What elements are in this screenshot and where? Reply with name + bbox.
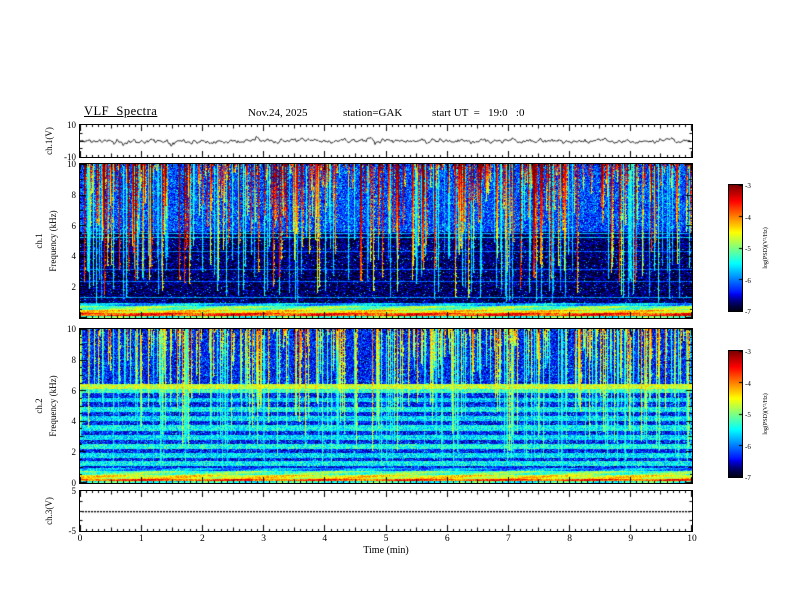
- y-tick-label: 10: [67, 120, 76, 130]
- y-tick-label: 4: [71, 416, 77, 427]
- header-station: station=GAK: [343, 107, 403, 119]
- x-tick-label: 6: [444, 534, 450, 544]
- colorbar-tick-label: -6: [745, 276, 751, 285]
- x-tick-label: 3: [261, 534, 266, 544]
- x-axis-title: Time (min): [363, 545, 409, 556]
- y-tick-label: 10: [67, 159, 76, 169]
- x-tick-label: 5: [383, 534, 389, 544]
- y-tick-label: 6: [71, 220, 77, 231]
- y-tick-label: 10: [67, 324, 76, 334]
- vlf-spectra-figure: VLF Spectra Nov.24, 2025 station=GAK sta…: [0, 0, 792, 612]
- colorbar-tick-label: -3: [745, 348, 751, 356]
- x-tick-label: 10: [687, 534, 697, 544]
- header-date: Nov.24, 2025: [248, 107, 308, 119]
- x-tick-label: 2: [200, 534, 205, 544]
- y-tick-label: 8: [71, 189, 77, 200]
- ch1-spectrogram-canvas: [79, 163, 693, 319]
- y-tick-label: 5: [71, 486, 77, 496]
- colorbar-tick-label: -7: [745, 474, 751, 482]
- colorbar-ch2-label: log(PSD)(V²/Hz): [763, 393, 769, 435]
- x-tick-label: 8: [567, 534, 572, 544]
- ch2-spectrogram-canvas: [79, 328, 693, 484]
- figure-title: VLF Spectra: [84, 104, 158, 118]
- x-tick-label: 7: [506, 534, 511, 544]
- colorbar-tick-label: -6: [745, 442, 751, 451]
- ch1-spec-channel-label: ch.1: [34, 233, 44, 249]
- ch1-wave-ylabel: ch.1(V): [44, 127, 54, 155]
- y-tick-label: 2: [71, 447, 77, 458]
- colorbar-ch1-label: log(PSD)(V²/Hz): [763, 227, 769, 269]
- x-tick-label: 9: [628, 534, 634, 544]
- colorbar-tick-label: -5: [745, 245, 751, 253]
- colorbar-tick-label: -4: [745, 213, 751, 222]
- colorbar-ch2-canvas: [728, 350, 743, 478]
- x-tick-label: 1: [138, 534, 144, 544]
- x-tick-label: 4: [322, 534, 328, 544]
- ch1-waveform-canvas: [79, 124, 693, 158]
- y-tick-label: 6: [71, 385, 77, 396]
- header-start-ut: start UT = 19:0 :0: [432, 107, 525, 119]
- colorbar-ch1-canvas: [728, 184, 743, 312]
- colorbar-tick-label: -7: [745, 308, 751, 316]
- y-tick-label: -5: [68, 526, 77, 536]
- colorbar-tick-label: -5: [745, 411, 751, 419]
- colorbar-tick-label: -4: [745, 379, 751, 388]
- ch2-spec-channel-label: ch.2: [34, 398, 44, 414]
- colorbar-tick-label: -3: [745, 182, 751, 190]
- ch3-wave-ylabel: ch.3(V): [44, 497, 54, 525]
- y-tick-label: 4: [71, 251, 77, 262]
- ch2-spec-frequency-label: Frequency (kHz): [48, 375, 58, 437]
- y-tick-label: 2: [71, 282, 77, 293]
- ch1-spec-frequency-label: Frequency (kHz): [48, 210, 58, 272]
- ch3-waveform-canvas: [79, 490, 693, 532]
- x-tick-label: 0: [77, 534, 83, 544]
- y-tick-label: 8: [71, 354, 77, 365]
